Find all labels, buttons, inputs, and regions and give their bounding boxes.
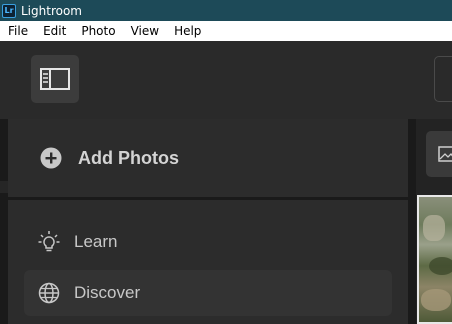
- menu-view[interactable]: View: [124, 24, 167, 38]
- menu-photo[interactable]: Photo: [74, 24, 123, 38]
- lightbulb-icon: [37, 230, 61, 254]
- lightroom-app-icon: Lr: [2, 3, 16, 18]
- left-edge-strip: [0, 119, 8, 324]
- menu-help[interactable]: Help: [167, 24, 209, 38]
- menu-edit[interactable]: Edit: [36, 24, 74, 38]
- image-icon: [438, 146, 452, 162]
- nav-item-learn[interactable]: Learn: [24, 219, 392, 265]
- nav-item-discover[interactable]: Discover: [24, 270, 392, 316]
- add-photos-label: Add Photos: [78, 147, 179, 168]
- photo-view-button[interactable]: [426, 131, 452, 177]
- panel-layout-icon: [40, 68, 70, 90]
- window-title: Lightroom: [21, 3, 82, 18]
- nav-label-learn: Learn: [74, 232, 118, 251]
- plus-circle-icon: [40, 147, 62, 169]
- add-photos-button[interactable]: Add Photos: [8, 119, 408, 197]
- toggle-panel-button[interactable]: [31, 55, 79, 103]
- title-bar: Lr Lightroom: [0, 0, 452, 21]
- panel-splitter[interactable]: [408, 119, 416, 324]
- top-toolbar: [0, 41, 452, 119]
- search-field[interactable]: [434, 56, 452, 102]
- panel-divider: [8, 197, 408, 200]
- menu-file[interactable]: File: [0, 24, 36, 38]
- globe-icon: [37, 281, 61, 305]
- photo-thumbnail[interactable]: [417, 195, 452, 324]
- menu-bar: File Edit Photo View Help: [0, 21, 452, 41]
- nav-label-discover: Discover: [74, 283, 141, 302]
